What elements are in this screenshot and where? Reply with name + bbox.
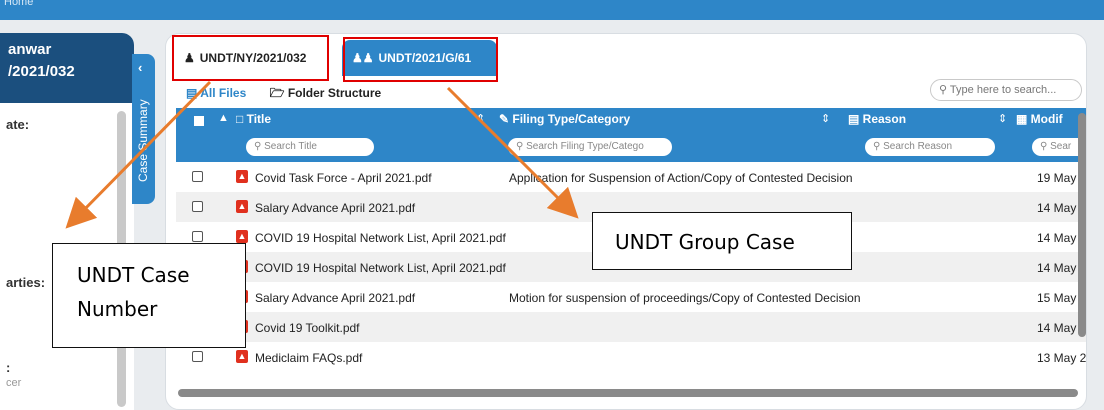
case-number-arrow [65,80,212,229]
case-number-callout: UNDT Case Number [52,243,246,348]
group-case-callout: UNDT Group Case [592,212,852,270]
callout-case-line2: Number [77,297,158,321]
group-case-arrow [446,86,579,219]
callout-case-line1: UNDT Case [77,263,190,287]
annotation-arrows [65,80,579,229]
